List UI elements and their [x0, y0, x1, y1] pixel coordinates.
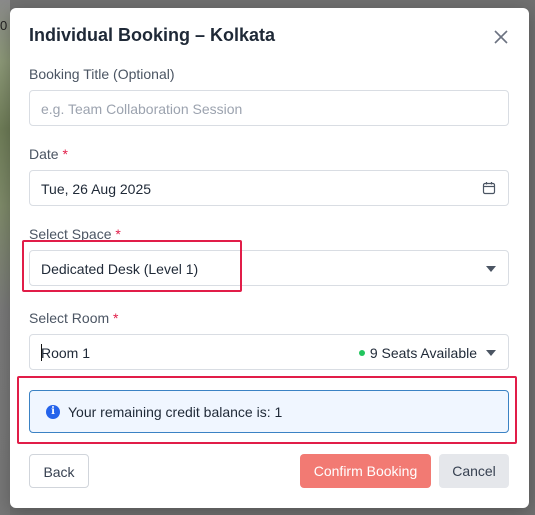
close-icon[interactable]: [492, 28, 510, 46]
date-label-text: Date: [29, 146, 59, 162]
space-highlight-box: [22, 240, 242, 292]
date-field[interactable]: Tue, 26 Aug 2025: [29, 170, 509, 206]
room-select[interactable]: Room 1 9 Seats Available: [29, 334, 509, 370]
chevron-down-icon: [486, 350, 496, 356]
back-button[interactable]: Back: [29, 454, 89, 488]
date-label: Date *: [29, 146, 68, 162]
required-mark: *: [113, 310, 119, 326]
booking-title-input[interactable]: e.g. Team Collaboration Session: [29, 90, 509, 126]
room-label: Select Room *: [29, 310, 119, 326]
required-mark: *: [62, 146, 68, 162]
seats-availability-text: 9 Seats Available: [369, 345, 477, 361]
credit-highlight-box: [17, 376, 517, 444]
seats-availability: 9 Seats Available: [358, 345, 477, 361]
cancel-button[interactable]: Cancel: [439, 454, 509, 488]
booking-title-label: Booking Title (Optional): [29, 66, 175, 82]
booking-title-placeholder: e.g. Team Collaboration Session: [41, 101, 243, 117]
room-label-text: Select Room: [29, 310, 110, 326]
room-selected-value: Room 1: [41, 345, 91, 361]
calendar-icon[interactable]: [482, 181, 496, 195]
chevron-down-icon: [486, 266, 496, 272]
background-edge-text: 0: [0, 18, 8, 33]
background-page-strip: 0: [0, 0, 10, 515]
confirm-booking-button[interactable]: Confirm Booking: [300, 454, 431, 488]
modal-title: Individual Booking – Kolkata: [29, 25, 276, 45]
date-value: Tue, 26 Aug 2025: [41, 181, 152, 197]
availability-dot-icon: [358, 350, 365, 356]
